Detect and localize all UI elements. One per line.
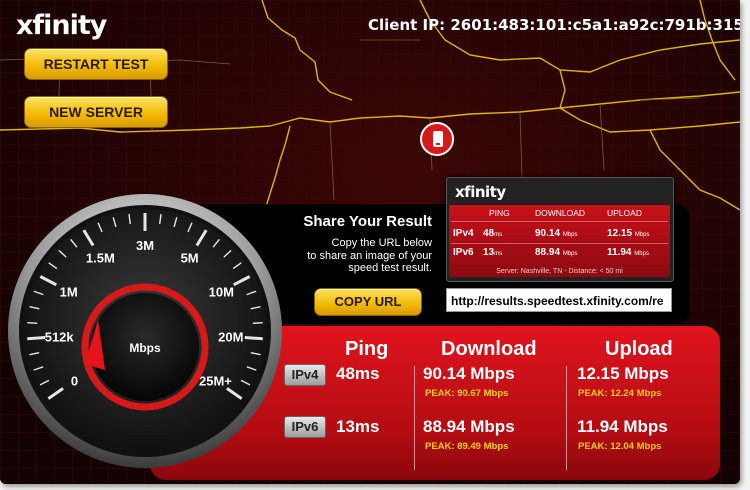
ipv4-badge: IPv4 — [284, 364, 326, 386]
preview-ipv4-ping: 48ms — [483, 228, 503, 239]
gauge-major-tick — [27, 336, 46, 341]
ipv6-download-peak: PEAK: 89.49 Mbps — [425, 441, 509, 452]
new-server-button[interactable]: NEW SERVER — [24, 96, 168, 128]
ipv6-ping-value: 13ms — [336, 417, 380, 436]
gauge-scale-label: 20M — [218, 330, 243, 345]
gauge-minor-tick — [27, 321, 38, 325]
download-header: Download — [441, 338, 537, 360]
gauge-scale-label: 512k — [45, 330, 75, 345]
ipv4-download-peak: PEAK: 90.67 Mbps — [425, 388, 509, 399]
preview-header-ping: PING — [489, 208, 510, 218]
column-divider — [566, 366, 567, 470]
preview-ipv6-ping: 13ms — [483, 247, 503, 258]
preview-ipv4-download: 90.14 Mbps — [535, 228, 578, 239]
upload-header: Upload — [605, 338, 673, 360]
preview-header-upload: UPLOAD — [607, 208, 642, 218]
preview-xfinity-logo: xfinity — [455, 183, 506, 201]
share-desc-line: Copy the URL below — [331, 237, 432, 249]
preview-ipv4-label: IPv4 — [453, 228, 474, 239]
preview-ipv4-upload: 12.15 Mbps — [607, 228, 650, 239]
gauge-scale-label: 1M — [60, 284, 78, 299]
share-title: Share Your Result — [303, 213, 432, 230]
ipv4-download-value: 90.14 Mbps — [423, 364, 515, 383]
preview-header-download: DOWNLOAD — [535, 208, 586, 218]
speed-test-window: xfinity Client IP: 2601:483:101:c5a1:a92… — [0, 0, 740, 484]
share-desc-line: speed test result. — [348, 262, 432, 274]
ipv4-upload-peak: PEAK: 12.24 Mbps — [578, 388, 662, 399]
preview-divider — [451, 221, 668, 222]
share-desc-line: to share an image of your — [307, 249, 432, 262]
server-location-marker[interactable] — [420, 122, 454, 156]
preview-ipv6-download: 88.94 Mbps — [535, 247, 578, 258]
ipv6-upload-value: 11.94 Mbps — [577, 417, 668, 436]
gauge-scale-label: 0 — [71, 373, 78, 388]
gauge-scale-label: 10M — [209, 284, 234, 299]
xfinity-logo: xfinity — [16, 10, 107, 41]
ipv4-ping-value: 48ms — [336, 364, 380, 383]
ipv6-download-value: 88.94 Mbps — [423, 417, 515, 436]
ipv6-upload-peak: PEAK: 12.04 Mbps — [578, 441, 662, 452]
preview-ipv6-upload: 11.94 Mbps — [607, 247, 649, 258]
server-icon — [433, 131, 443, 147]
gauge-scale-label: 1.5M — [86, 250, 115, 265]
result-image-preview: xfinity PING DOWNLOAD UPLOAD IPv4 48ms 9… — [446, 177, 674, 282]
gauge-scale-label: 3M — [136, 238, 154, 253]
speedometer-gauge: 0 512k 1M 1.5M 3M 5M 10M 20M 25M+ Mbps — [8, 194, 282, 468]
gauge-minor-tick — [252, 321, 263, 325]
client-ip-label: Client IP: 2601:483:101:c5a1:a92c:791b:3… — [368, 16, 740, 34]
share-description: Copy the URL below to share an image of … — [282, 237, 432, 275]
restart-test-button[interactable]: RESTART TEST — [24, 48, 168, 80]
result-url-field[interactable]: http://results.speedtest.xfinity.com/re — [446, 288, 672, 312]
gauge-scale-label: 5M — [181, 250, 199, 265]
ipv4-upload-value: 12.15 Mbps — [577, 364, 669, 383]
gauge-scale-label: 25M+ — [199, 373, 232, 388]
gauge-major-tick — [244, 336, 263, 341]
preview-divider — [451, 243, 668, 244]
gauge-unit-label: Mbps — [129, 341, 161, 355]
preview-server-info: Server: Nashville, TN - Distance: < 50 m… — [496, 268, 623, 275]
preview-results-table: PING DOWNLOAD UPLOAD IPv4 48ms 90.14 Mbp… — [449, 205, 670, 277]
ipv6-badge: IPv6 — [284, 416, 326, 438]
column-divider — [414, 366, 415, 470]
copy-url-button[interactable]: COPY URL — [314, 288, 422, 316]
preview-ipv6-label: IPv6 — [453, 247, 474, 258]
ping-header: Ping — [345, 338, 389, 360]
